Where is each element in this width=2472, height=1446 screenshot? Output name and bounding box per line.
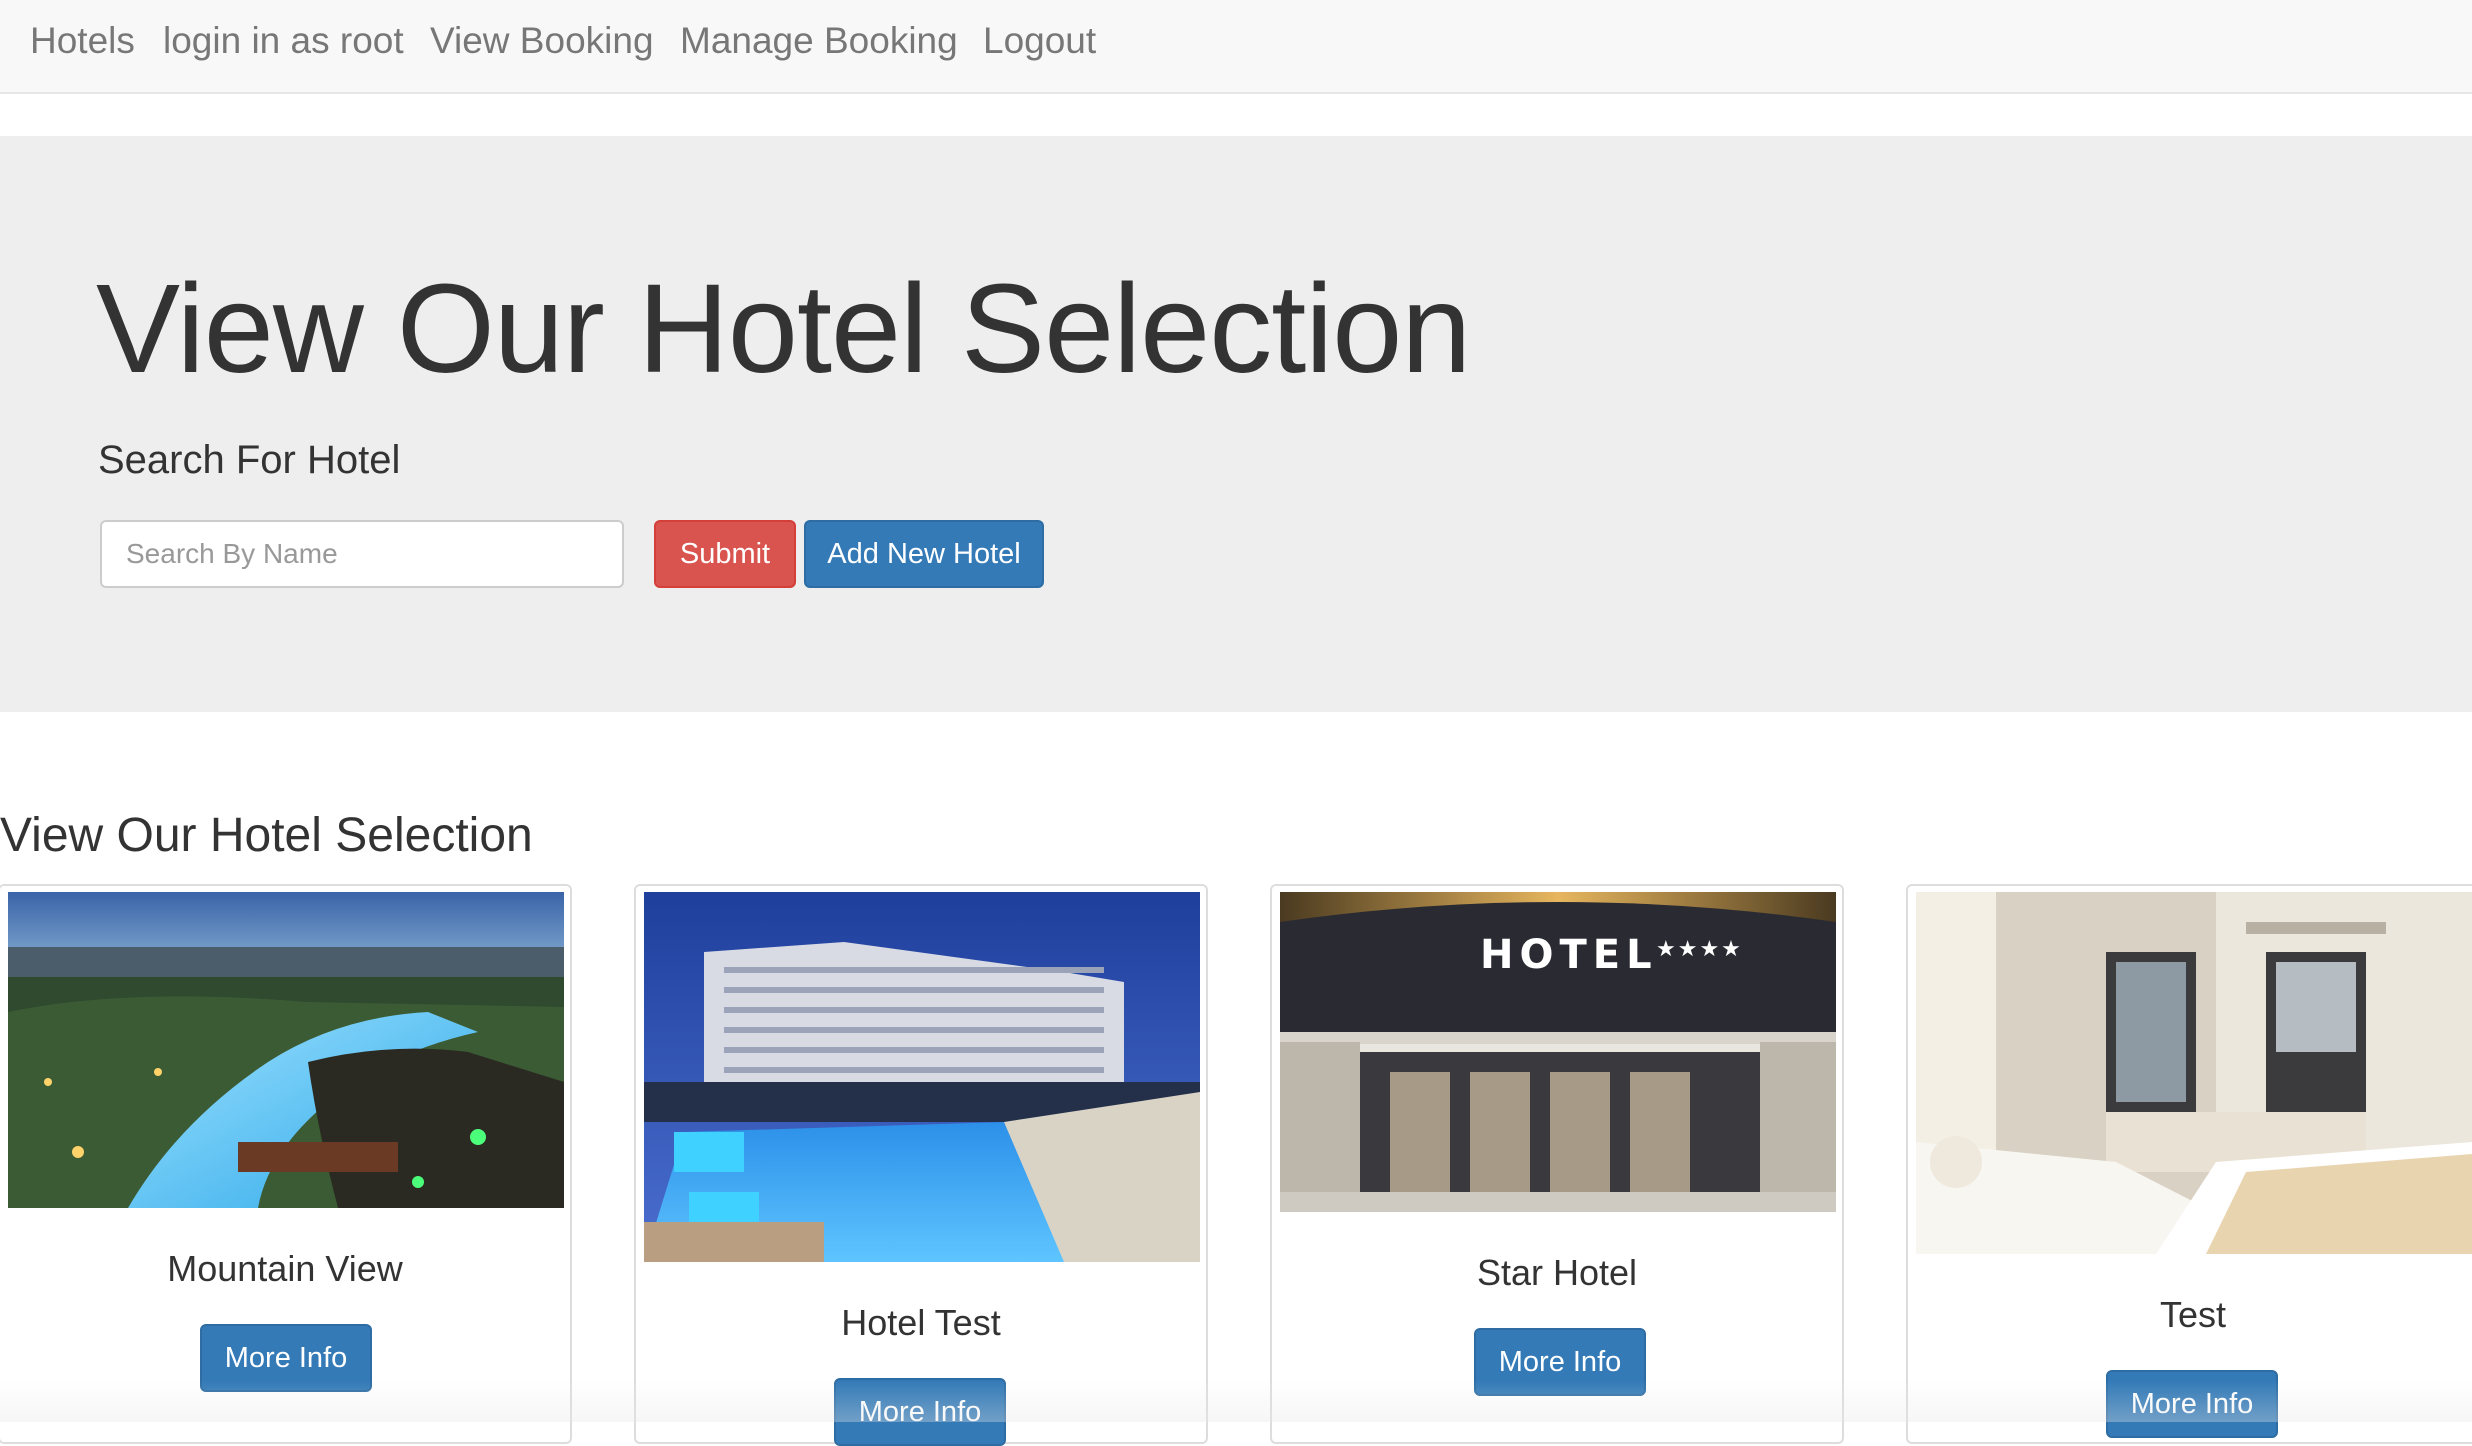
search-heading: Search For Hotel xyxy=(98,438,401,482)
hotel-name: Star Hotel xyxy=(1476,1252,1638,1293)
nav-link-manage-booking[interactable]: Manage Booking xyxy=(680,20,958,62)
hotel-card: HOTEL ★★★★ Star Hotel More Info xyxy=(1270,884,1844,1444)
hero-jumbotron xyxy=(0,136,2472,712)
submit-button[interactable]: Submit xyxy=(654,520,796,588)
nav-link-view-booking[interactable]: View Booking xyxy=(430,20,654,62)
hotel-card: Hotel Test More Info xyxy=(634,884,1208,1446)
hotel-name: Test xyxy=(2159,1294,2227,1335)
more-info-button[interactable]: More Info xyxy=(2106,1370,2278,1438)
hotel-name: Hotel Test xyxy=(841,1302,1001,1343)
section-title: View Our Hotel Selection xyxy=(0,809,533,862)
more-info-button[interactable]: More Info xyxy=(200,1324,372,1392)
hotel-image-room xyxy=(1916,892,2472,1254)
page-title: View Our Hotel Selection xyxy=(96,258,1471,399)
nav-brand-hotels[interactable]: Hotels xyxy=(30,20,135,62)
hotel-sign-text: HOTEL xyxy=(1480,932,1658,978)
search-input[interactable] xyxy=(100,520,624,588)
nav-link-login[interactable]: login in as root xyxy=(163,20,404,62)
hotel-image-building-pool xyxy=(644,892,1200,1262)
nav-link-logout[interactable]: Logout xyxy=(983,20,1096,62)
more-info-button[interactable]: More Info xyxy=(1474,1328,1646,1396)
hotel-sign-stars: ★★★★ xyxy=(1656,936,1743,961)
hotel-name: Mountain View xyxy=(167,1248,403,1289)
hotel-image-resort-pool xyxy=(8,892,564,1208)
hotel-image-entrance: HOTEL ★★★★ xyxy=(1280,892,1836,1212)
navbar: Hotels login in as root View Booking Man… xyxy=(0,0,2472,94)
add-new-hotel-button[interactable]: Add New Hotel xyxy=(804,520,1044,588)
hotel-card: Test More Info xyxy=(1906,884,2472,1444)
more-info-button[interactable]: More Info xyxy=(834,1378,1006,1446)
hotel-card: Mountain View More Info xyxy=(0,884,572,1444)
